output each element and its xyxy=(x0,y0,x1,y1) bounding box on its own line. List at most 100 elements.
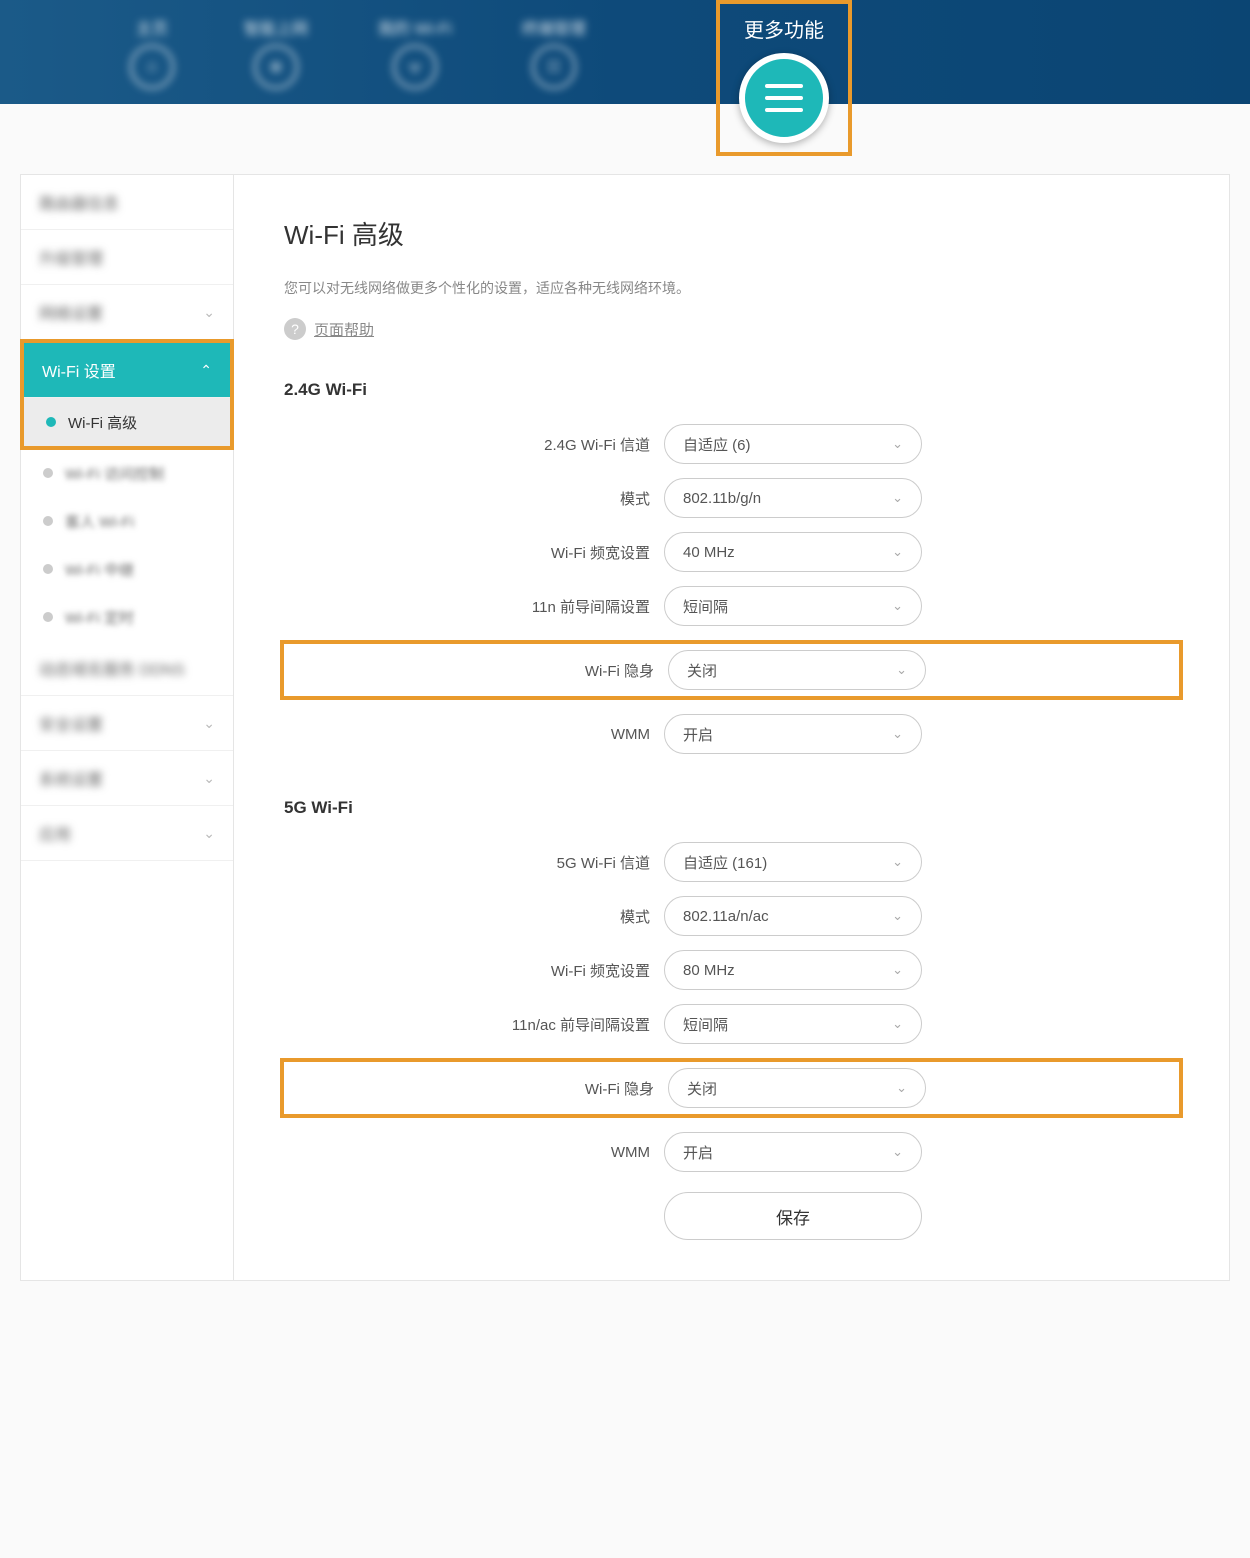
select-value: 802.11a/n/ac xyxy=(683,908,769,925)
wifi-24g-select-4[interactable]: 关闭 ⌄ xyxy=(668,650,926,690)
select-value: 80 MHz xyxy=(683,962,735,979)
sidebar-sub-access-control[interactable]: Wi-Fi 访问控制 xyxy=(21,449,233,497)
chevron-down-icon: ⌄ xyxy=(203,715,215,732)
sidebar-item-ddns[interactable]: 动态域名服务 DDNS xyxy=(21,641,233,696)
wifi-5g-row-5: WMM 开启 ⌄ xyxy=(284,1132,1179,1172)
wifi-5g-row-1: 模式802.11a/n/ac⌄ xyxy=(284,896,1179,936)
select-value: 开启 xyxy=(683,724,713,745)
wifi-24g-row-5: WMM开启⌄ xyxy=(284,714,1179,754)
chevron-down-icon: ⌄ xyxy=(892,1144,903,1160)
chevron-down-icon: ⌄ xyxy=(892,962,903,978)
wifi-24g-select-2[interactable]: 40 MHz ⌄ xyxy=(664,532,922,572)
page-description: 您可以对无线网络做更多个性化的设置，适应各种无线网络环境。 xyxy=(284,278,1179,298)
globe-icon: ⊕ xyxy=(254,45,298,89)
wifi-5g-label-5: WMM xyxy=(284,1144,664,1161)
select-value: 自适应 (6) xyxy=(683,434,751,455)
select-value: 短间隔 xyxy=(683,1014,728,1035)
wifi-5g-select-0[interactable]: 自适应 (161) ⌄ xyxy=(664,842,922,882)
chevron-up-icon: ⌃ xyxy=(200,362,212,379)
wifi-5g-label-0: 5G Wi-Fi 信道 xyxy=(284,852,664,873)
wifi-5g-row-3: 11n/ac 前导间隔设置短间隔 ⌄ xyxy=(284,1004,1179,1044)
select-value: 802.11b/g/n xyxy=(683,490,761,507)
wifi-5g-label-3: 11n/ac 前导间隔设置 xyxy=(284,1014,664,1035)
chevron-down-icon: ⌄ xyxy=(892,854,903,870)
home-icon: ⌂ xyxy=(130,45,174,89)
wifi-5g-label-4: Wi-Fi 隐身 xyxy=(284,1078,668,1099)
nav-item-home[interactable]: 主页 ⌂ xyxy=(130,15,174,89)
wifi-5g-select-3[interactable]: 短间隔 ⌄ xyxy=(664,1004,922,1044)
sidebar-sub-wifi-repeat[interactable]: Wi-Fi 中继 xyxy=(21,545,233,593)
help-link: 页面帮助 xyxy=(314,319,374,340)
wifi-24g-label-3: 11n 前导间隔设置 xyxy=(284,596,664,617)
more-button[interactable] xyxy=(739,53,829,143)
wifi-24g-select-0[interactable]: 自适应 (6) ⌄ xyxy=(664,424,922,464)
wifi-5g-select-1[interactable]: 802.11a/n/ac ⌄ xyxy=(664,896,922,936)
nav-item-internet[interactable]: 智能上网 ⊕ xyxy=(244,15,308,89)
chevron-down-icon: ⌄ xyxy=(896,1080,907,1096)
chevron-down-icon: ⌄ xyxy=(203,770,215,787)
main-content: Wi-Fi 高级 您可以对无线网络做更多个性化的设置，适应各种无线网络环境。 ?… xyxy=(234,175,1229,1280)
sidebar-item-security[interactable]: 安全设置⌄ xyxy=(21,696,233,751)
sidebar-item-router-info[interactable]: 路由器信息 xyxy=(21,175,233,230)
wifi-24g-select-3[interactable]: 短间隔 ⌄ xyxy=(664,586,922,626)
wifi-24g-row-3: 11n 前导间隔设置短间隔 ⌄ xyxy=(284,586,1179,626)
chevron-down-icon: ⌄ xyxy=(892,490,903,506)
select-value: 自适应 (161) xyxy=(683,852,767,873)
wifi-5g-title: 5G Wi-Fi xyxy=(284,798,1179,818)
chevron-down-icon: ⌄ xyxy=(203,304,215,321)
sidebar-sub-wifi-timer[interactable]: Wi-Fi 定时 xyxy=(21,593,233,641)
chevron-down-icon: ⌄ xyxy=(203,825,215,842)
chevron-down-icon: ⌄ xyxy=(892,598,903,614)
wifi-24g-row-1: 模式 802.11b/g/n ⌄ xyxy=(284,478,1179,518)
select-value: 40 MHz xyxy=(683,544,735,561)
wifi-24g-row-4: Wi-Fi 隐身关闭 ⌄ xyxy=(280,640,1183,700)
sidebar-wifi-highlight: Wi-Fi 设置 ⌃ Wi-Fi 高级 xyxy=(20,339,234,450)
select-value: 关闭 xyxy=(687,660,717,681)
select-value: 短间隔 xyxy=(683,596,728,617)
sidebar-item-wifi-settings[interactable]: Wi-Fi 设置 ⌃ xyxy=(24,343,230,398)
wifi-24g-title: 2.4G Wi-Fi xyxy=(284,380,1179,400)
wifi-5g-row-4: Wi-Fi 隐身关闭 ⌄ xyxy=(280,1058,1183,1118)
devices-icon: ☷ xyxy=(532,45,576,89)
chevron-down-icon: ⌄ xyxy=(896,662,907,678)
wifi-24g-select-1[interactable]: 802.11b/g/n ⌄ xyxy=(664,478,922,518)
wifi-24g-row-0: 2.4G Wi-Fi 信道自适应 (6) ⌄ xyxy=(284,424,1179,464)
wifi-24g-label-1: 模式 xyxy=(284,488,664,509)
chevron-down-icon: ⌄ xyxy=(892,726,903,742)
select-value: 关闭 xyxy=(687,1078,717,1099)
help-link-row[interactable]: ? 页面帮助 xyxy=(284,318,1179,340)
page-title: Wi-Fi 高级 xyxy=(284,215,1179,252)
sidebar-sub-wifi-advanced[interactable]: Wi-Fi 高级 xyxy=(24,398,230,446)
sidebar-sub-guest-wifi[interactable]: 客人 Wi-Fi xyxy=(21,497,233,545)
chevron-down-icon: ⌄ xyxy=(892,1016,903,1032)
sidebar-item-upgrade[interactable]: 升级管理 xyxy=(21,230,233,285)
wifi-24g-label-4: Wi-Fi 隐身 xyxy=(284,660,668,681)
chevron-down-icon: ⌄ xyxy=(892,544,903,560)
wifi-5g-select-4[interactable]: 关闭 ⌄ xyxy=(668,1068,926,1108)
wifi-5g-select-2[interactable]: 80 MHz ⌄ xyxy=(664,950,922,990)
wifi-24g-row-2: Wi-Fi 频宽设置 40 MHz ⌄ xyxy=(284,532,1179,572)
chevron-down-icon: ⌄ xyxy=(892,908,903,924)
help-icon: ? xyxy=(284,318,306,340)
hamburger-icon xyxy=(765,84,803,112)
wifi-5g-label-2: Wi-Fi 频宽设置 xyxy=(284,960,664,981)
wifi-icon: ᯤ xyxy=(393,45,437,89)
chevron-down-icon: ⌄ xyxy=(892,436,903,452)
wifi-24g-label-2: Wi-Fi 频宽设置 xyxy=(284,542,664,563)
sidebar: 路由器信息 升级管理 网络设置⌄ Wi-Fi 设置 ⌃ Wi-Fi 高级 Wi-… xyxy=(21,175,234,1280)
sidebar-item-apps[interactable]: 应用⌄ xyxy=(21,806,233,861)
wifi-5g-row-2: Wi-Fi 频宽设置 80 MHz ⌄ xyxy=(284,950,1179,990)
sidebar-item-system[interactable]: 系统设置⌄ xyxy=(21,751,233,806)
save-button[interactable]: 保存 xyxy=(664,1192,922,1240)
wifi-24g-select-5[interactable]: 开启 ⌄ xyxy=(664,714,922,754)
nav-item-more-highlight: 更多功能 xyxy=(716,0,852,156)
top-header: 主页 ⌂ 智能上网 ⊕ 我的 Wi-Fi ᯤ 终端管理 ☷ xyxy=(0,0,1250,104)
select-value: 开启 xyxy=(683,1142,713,1163)
wifi-5g-row-0: 5G Wi-Fi 信道自适应 (161) ⌄ xyxy=(284,842,1179,882)
more-label: 更多功能 xyxy=(744,14,824,43)
wifi-24g-label-0: 2.4G Wi-Fi 信道 xyxy=(284,434,664,455)
wifi-5g-select-5[interactable]: 开启 ⌄ xyxy=(664,1132,922,1172)
nav-item-devices[interactable]: 终端管理 ☷ xyxy=(522,15,586,89)
sidebar-item-network[interactable]: 网络设置⌄ xyxy=(21,285,233,340)
nav-item-wifi[interactable]: 我的 Wi-Fi ᯤ xyxy=(378,15,452,89)
